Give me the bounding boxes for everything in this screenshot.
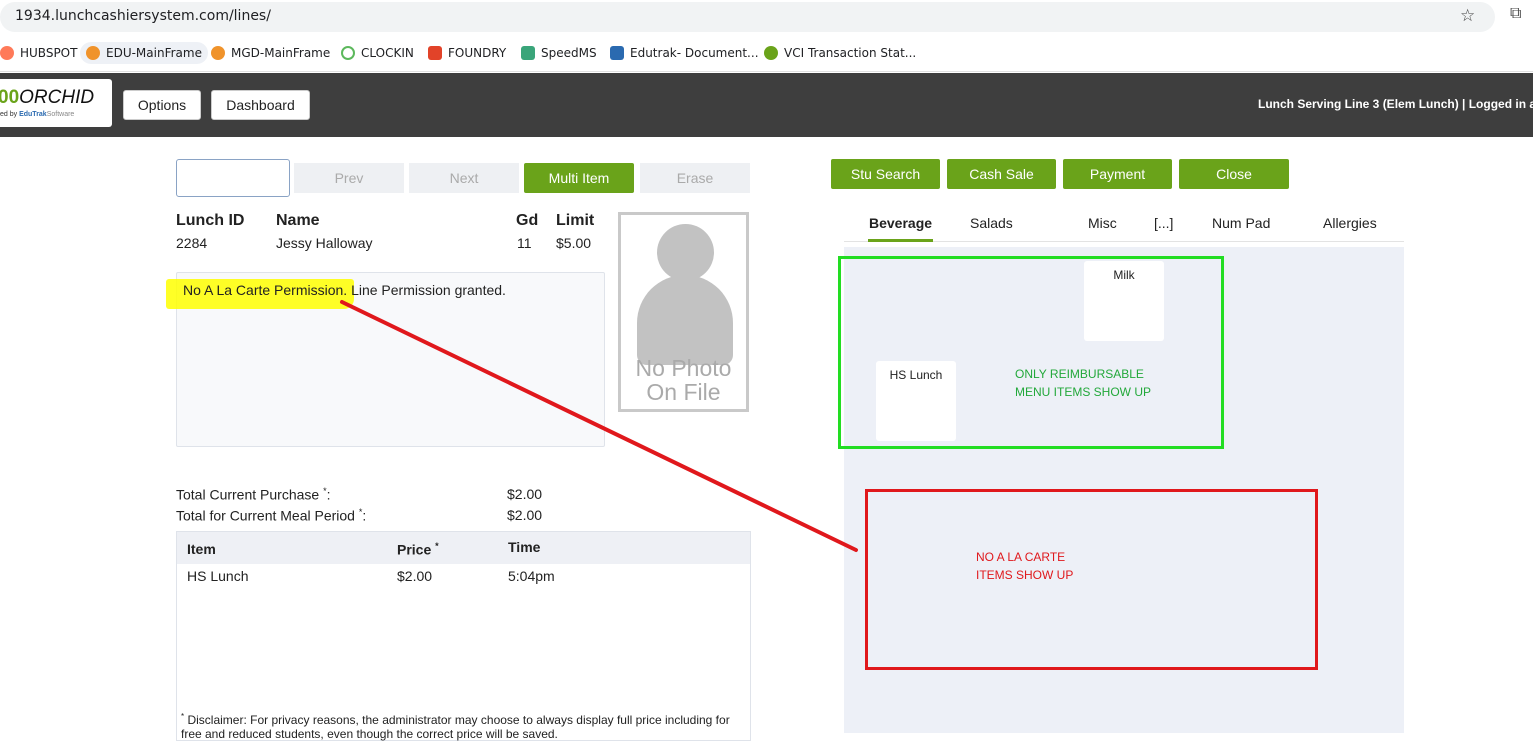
prev-button[interactable]: Prev xyxy=(294,163,404,193)
bookmark-label: FOUNDRY xyxy=(448,46,507,60)
meal-period-label: Total for Current Meal Period *: xyxy=(176,507,366,524)
row-price: $2.00 xyxy=(397,568,433,584)
student-photo: No Photo On File xyxy=(618,212,749,412)
lunch-id-input[interactable] xyxy=(176,159,290,197)
green-annotation-box xyxy=(838,256,1224,449)
vci-icon xyxy=(764,46,778,60)
bookmark-speedms[interactable]: SpeedMS xyxy=(521,42,597,64)
payment-button[interactable]: Payment xyxy=(1063,159,1172,189)
price-disclaimer: * Disclaimer: For privacy reasons, the a… xyxy=(181,710,741,741)
bookmark-clockin[interactable]: CLOCKIN xyxy=(341,42,414,64)
price-column-header: Price * xyxy=(397,541,439,558)
bookmark-label: SpeedMS xyxy=(541,46,597,60)
logo-brand: EduTrak xyxy=(19,111,47,118)
red-annotation-text: NO A LA CARTE ITEMS SHOW UP xyxy=(976,548,1073,584)
disclaimer-text: Disclaimer: For privacy reasons, the adm… xyxy=(181,713,730,741)
bookmark-edutrak-document[interactable]: Edutrak- Document... xyxy=(610,42,759,64)
limit-value: $5.00 xyxy=(556,235,592,251)
dashboard-button[interactable]: Dashboard xyxy=(211,90,310,120)
row-time: 5:04pm xyxy=(508,568,555,584)
time-column-header: Time xyxy=(508,539,541,555)
next-button[interactable]: Next xyxy=(409,163,519,193)
bookmark-star-icon[interactable]: ☆ xyxy=(1460,6,1475,26)
green-annotation-text: ONLY REIMBURSABLE MENU ITEMS SHOW UP xyxy=(1015,365,1151,401)
bookmark-label: HUBSPOT xyxy=(20,46,78,60)
bookmark-hubspot[interactable]: HUBSPOT xyxy=(0,42,77,64)
tab-beverage[interactable]: Beverage xyxy=(869,215,932,231)
bookmark-label: VCI Transaction Stat... xyxy=(784,46,917,60)
bookmark-mgd-mainframe[interactable]: MGD-MainFrame xyxy=(211,42,330,64)
price-header-text: Price xyxy=(397,541,432,558)
active-tab-indicator xyxy=(868,239,933,242)
speedms-icon xyxy=(521,46,535,60)
photo-line-1: No Photo xyxy=(635,355,732,381)
student-name-value: Jessy Halloway xyxy=(276,235,373,251)
cash-sale-button[interactable]: Cash Sale xyxy=(947,159,1056,189)
multi-item-button[interactable]: Multi Item xyxy=(524,163,634,193)
bookmarks-bar: HUBSPOT EDU-MainFrame MGD-MainFrame CLOC… xyxy=(0,34,1533,72)
hubspot-icon xyxy=(0,46,14,60)
bookmark-label: MGD-MainFrame xyxy=(231,46,331,60)
extensions-icon[interactable]: ⧉ xyxy=(1510,5,1521,23)
colon: : xyxy=(362,507,367,524)
tab-allergies[interactable]: Allergies xyxy=(1323,215,1377,231)
current-purchase-value: $2.00 xyxy=(507,486,543,502)
lunch-id-value: 2284 xyxy=(176,235,208,251)
tab-num-pad[interactable]: Num Pad xyxy=(1212,215,1270,231)
bookmark-label: Edutrak- Document... xyxy=(630,46,759,60)
bookmark-label: CLOCKIN xyxy=(361,46,414,60)
red-line-2: ITEMS SHOW UP xyxy=(976,568,1074,582)
edutrak-icon xyxy=(610,46,624,60)
avatar-head xyxy=(657,224,714,281)
mgd-mainframe-icon xyxy=(211,46,225,60)
logo-software: Software xyxy=(46,111,75,118)
permission-text: No A La Carte Permission. Line Permissio… xyxy=(183,282,506,298)
meal-period-value: $2.00 xyxy=(507,507,543,523)
bookmark-label: EDU-MainFrame xyxy=(106,46,202,60)
bookmark-foundry[interactable]: FOUNDRY xyxy=(428,42,506,64)
avatar-body xyxy=(637,275,733,365)
erase-button[interactable]: Erase xyxy=(640,163,750,193)
tab-misc[interactable]: Misc xyxy=(1088,215,1117,231)
close-button[interactable]: Close xyxy=(1179,159,1289,189)
bookmark-vci-transaction[interactable]: VCI Transaction Stat... xyxy=(764,42,916,64)
asterisk: * xyxy=(435,541,439,551)
red-line-1: NO A LA CARTE xyxy=(976,550,1066,564)
purchase-table: Item Price * Time HS Lunch $2.00 5:04pm … xyxy=(176,531,751,741)
current-purchase-label: Total Current Purchase *: xyxy=(176,486,330,503)
red-annotation-box xyxy=(865,489,1318,670)
item-column-header: Item xyxy=(187,541,216,557)
clock-icon xyxy=(341,46,355,60)
logo-prefix: ed by xyxy=(0,111,18,118)
app-header: 00ORCHID ed by EduTrakSoftware Options D… xyxy=(0,73,1533,137)
colon: : xyxy=(326,486,331,503)
green-line-1: ONLY REIMBURSABLE xyxy=(1015,367,1144,381)
grade-header: Gd xyxy=(516,212,539,229)
meal-period-text: Total for Current Meal Period xyxy=(176,507,355,524)
tab-more[interactable]: [...] xyxy=(1154,215,1173,231)
asterisk: * xyxy=(181,712,185,721)
logo-name: ORCHID xyxy=(19,87,95,108)
serving-line-status: Lunch Serving Line 3 (Elem Lunch) | Logg… xyxy=(1258,97,1533,111)
bookmark-edu-mainframe[interactable]: EDU-MainFrame xyxy=(80,42,208,64)
edu-mainframe-icon xyxy=(86,46,100,60)
table-header: Item Price * Time xyxy=(177,532,750,564)
options-button[interactable]: Options xyxy=(123,90,201,120)
browser-address-bar: 1934.lunchcashiersystem.com/lines/ ☆ ⧉ xyxy=(0,0,1533,34)
green-line-2: MENU ITEMS SHOW UP xyxy=(1015,385,1152,399)
limit-header: Limit xyxy=(556,212,595,229)
current-purchase-text: Total Current Purchase xyxy=(176,486,320,503)
tab-salads[interactable]: Salads xyxy=(970,215,1013,231)
gitlab-icon xyxy=(428,46,442,60)
name-header: Name xyxy=(276,212,320,229)
grade-value: 11 xyxy=(517,235,532,251)
orchid-logo[interactable]: 00ORCHID ed by EduTrakSoftware xyxy=(0,79,112,127)
lunch-id-header: Lunch ID xyxy=(176,212,245,229)
stu-search-button[interactable]: Stu Search xyxy=(831,159,940,189)
row-item: HS Lunch xyxy=(187,568,249,584)
photo-line-2: On File xyxy=(646,379,721,405)
logo-number: 00 xyxy=(0,87,20,108)
url-text[interactable]: 1934.lunchcashiersystem.com/lines/ xyxy=(15,8,271,24)
